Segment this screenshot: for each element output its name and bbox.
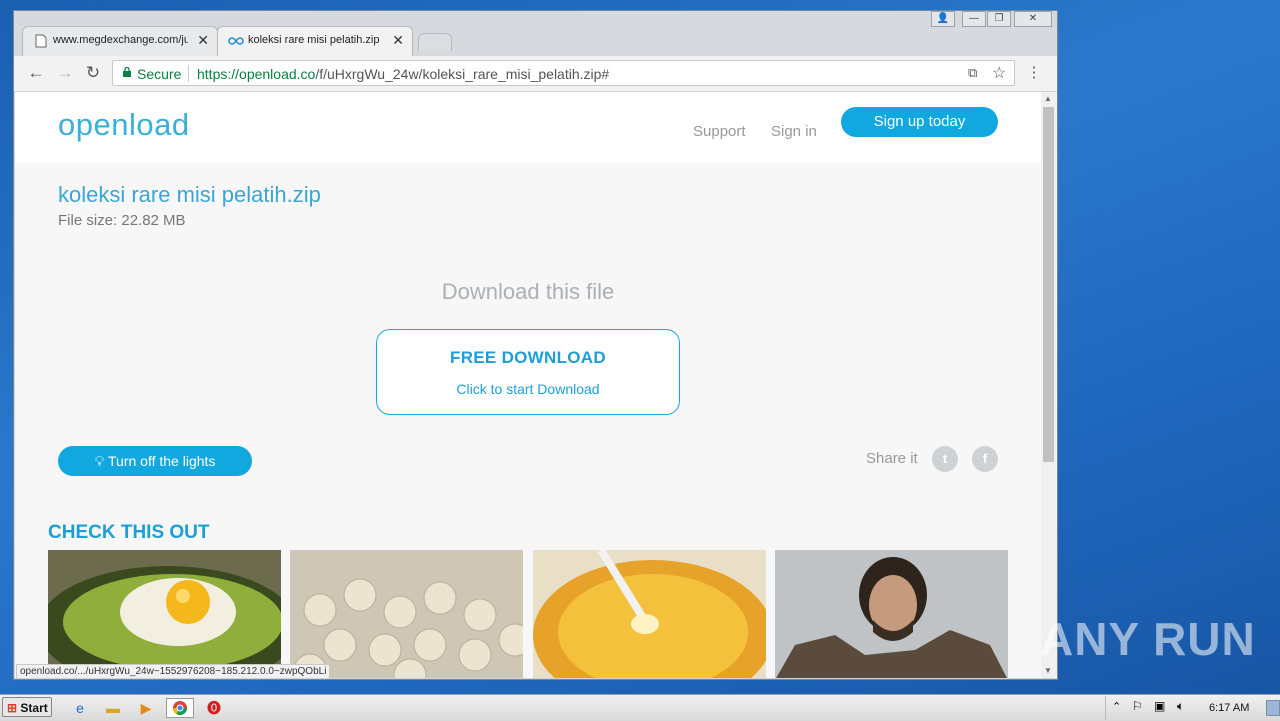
share-label: Share it [866,450,918,467]
start-button[interactable]: ⊞ Start [2,697,52,717]
ie-icon[interactable]: e [69,698,91,718]
thumbnail-chickpeas[interactable] [290,550,523,678]
blocked-popup-icon[interactable]: ⧉ [968,65,977,81]
secure-label: Secure [137,66,182,82]
anyrun-watermark: ANY RUN [1040,613,1256,665]
tab-close-icon[interactable]: ✕ [197,32,209,49]
tab-close-icon[interactable]: ✕ [392,32,404,49]
free-download-button[interactable]: FREE DOWNLOAD Click to start Download [376,329,680,415]
explorer-folder-icon[interactable]: ▬ [102,698,124,718]
omnibox-divider [188,65,189,82]
check-this-out-heading: CHECK THIS OUT [48,522,210,543]
browser-toolbar: ← → ↻ Secure https://openload.co/f/uHxrg… [14,56,1057,92]
lightbulb-icon: 💡︎ [94,453,109,469]
taskbar: ⊞ Start e ▬ ▶ ⓿ ⌃ ⚐ ▣ 🔈︎ 6:17 AM [0,694,1280,721]
url-text[interactable]: https://openload.co/f/uHxrgWu_24w/koleks… [197,66,609,82]
scrollbar-thumb[interactable] [1043,107,1054,462]
minimize-button[interactable]: — [962,11,986,27]
turn-off-lights-button[interactable]: 💡︎ Turn off the lights [58,446,252,476]
chrome-logo-icon [173,701,187,715]
media-player-icon[interactable]: ▶ [135,698,157,718]
scroll-down-icon[interactable]: ▼ [1044,666,1052,675]
new-tab-button[interactable] [418,33,452,51]
tab-megdexchange[interactable]: www.megdexchange.com/ju ✕ [22,26,218,56]
lock-icon [123,67,131,77]
windows-logo-icon: ⊞ [7,701,18,715]
openload-logo[interactable]: openload [58,107,190,143]
file-size: File size: 22.82 MB [58,212,186,229]
openload-favicon-icon [228,37,244,45]
page-icon [35,34,47,48]
bookmark-star-icon[interactable]: ☆ [992,63,1006,83]
title-bar: www.megdexchange.com/ju ✕ koleksi rare m… [14,11,1057,56]
url-host: openload.co [239,66,316,82]
system-tray: ⌃ ⚐ ▣ 🔈︎ 6:17 AM [1105,696,1280,720]
start-download-label: Click to start Download [456,381,600,397]
forward-arrow-icon[interactable]: → [54,62,76,84]
status-url: openload.co/.../uHxrgWu_24w~1552976208~1… [16,664,331,678]
menu-kebab-icon[interactable]: ⋮ [1023,62,1045,84]
profile-icon[interactable]: 👤 [931,11,955,27]
tab-openload[interactable]: koleksi rare misi pelatih.zip | ✕ [217,26,413,56]
download-title: Download this file [441,279,615,304]
thumbnail-jon-snow[interactable] [775,550,1008,678]
url-path: /f/uHxrgWu_24w/koleksi_rare_misi_pelatih… [315,66,610,82]
tab-title: www.megdexchange.com/ju [53,34,188,46]
file-name: koleksi rare misi pelatih.zip [58,182,321,207]
browser-window: www.megdexchange.com/ju ✕ koleksi rare m… [13,10,1058,680]
page-viewport: openload Support Sign in Sign up today k… [15,92,1041,678]
address-bar[interactable]: Secure https://openload.co/f/uHxrgWu_24w… [112,60,1015,86]
site-header: openload Support Sign in Sign up today [15,92,1041,163]
thumbnail-avocado-egg[interactable] [48,550,281,678]
start-label: Start [20,701,48,715]
free-download-label: FREE DOWNLOAD [450,348,606,367]
flag-icon[interactable]: ⚐ [1132,699,1143,713]
lights-label: Turn off the lights [108,453,216,469]
opera-icon[interactable]: ⓿ [203,698,225,718]
volume-icon[interactable]: 🔈︎ [1177,699,1184,714]
nav-signin-link[interactable]: Sign in [771,123,817,140]
scroll-up-icon[interactable]: ▲ [1044,94,1052,103]
twitter-icon[interactable]: t [932,446,958,472]
show-desktop-button[interactable] [1266,700,1280,716]
signup-button[interactable]: Sign up today [841,107,998,137]
nav-support-link[interactable]: Support [693,123,746,140]
network-icon[interactable]: ▣ [1154,699,1165,713]
chrome-icon[interactable] [166,698,194,718]
reload-icon[interactable]: ↻ [82,62,104,84]
close-window-button[interactable]: ✕ [1014,11,1052,27]
restore-button[interactable]: ❐ [987,11,1011,27]
clock: 6:17 AM [1209,702,1250,714]
back-arrow-icon[interactable]: ← [25,62,47,84]
thumbnail-honey-spoon[interactable] [533,550,766,678]
facebook-icon[interactable]: f [972,446,998,472]
tray-expand-icon[interactable]: ⌃ [1112,700,1121,713]
url-scheme: https:// [197,66,240,82]
tab-title: koleksi rare misi pelatih.zip | [248,34,383,46]
